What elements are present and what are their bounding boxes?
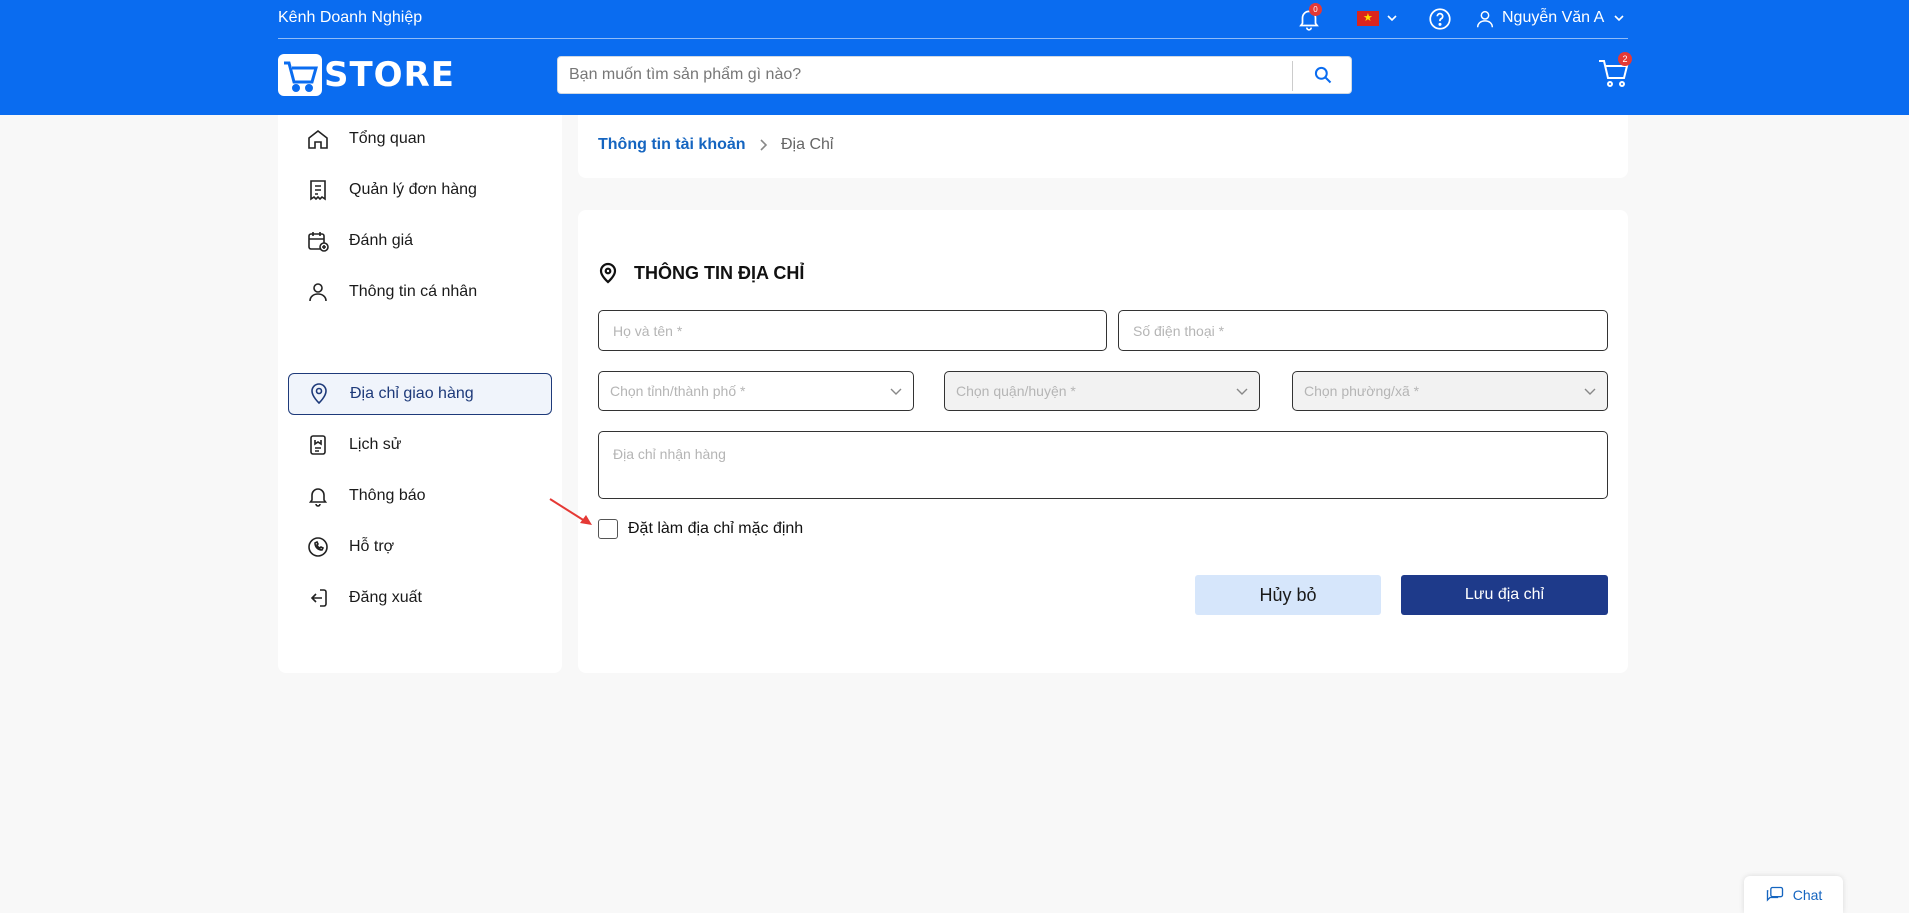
breadcrumb-current: Địa Chỉ <box>781 136 834 153</box>
sidebar-item-history[interactable]: Lịch sử <box>288 424 552 466</box>
cart-logo-icon <box>278 54 322 96</box>
sidebar-item-label: Tổng quan <box>349 130 426 147</box>
form-title: THÔNG TIN ĐỊA CHỈ <box>598 262 804 284</box>
bell-icon <box>305 483 331 509</box>
sidebar-item-reviews[interactable]: Đánh giá <box>288 220 552 262</box>
chevron-down-icon[interactable] <box>1385 9 1399 27</box>
location-icon <box>306 381 332 407</box>
sidebar-item-orders[interactable]: Quản lý đơn hàng <box>288 169 552 211</box>
form-title-text: THÔNG TIN ĐỊA CHỈ <box>634 262 805 283</box>
delivery-address-field <box>598 431 1608 499</box>
phone-support-icon <box>305 534 331 560</box>
default-address-label[interactable]: Đặt làm địa chỉ mặc định <box>628 520 803 538</box>
chat-button[interactable]: Chat <box>1744 876 1843 913</box>
chevron-down-icon[interactable] <box>1612 9 1626 27</box>
default-address-checkbox[interactable] <box>598 519 618 539</box>
account-sidebar: Tổng quan Quản lý đơn hàng Đánh giá Thôn… <box>278 115 562 673</box>
breadcrumb: Thông tin tài khoản Địa Chỉ <box>578 115 1628 178</box>
sidebar-item-label: Quản lý đơn hàng <box>349 181 477 198</box>
vietnam-flag-icon[interactable]: ★ <box>1357 11 1379 26</box>
full-name-input[interactable] <box>599 311 1106 350</box>
ward-select-placeholder: Chọn phường/xã * <box>1304 383 1420 399</box>
annotation-arrow-icon <box>549 498 592 525</box>
phone-field <box>1118 310 1608 351</box>
calendar-add-icon <box>305 228 331 254</box>
address-form: THÔNG TIN ĐỊA CHỈ Chọn tỉnh/thành phố * … <box>578 210 1628 673</box>
logo-text: STORE <box>324 55 455 95</box>
history-icon <box>305 432 331 458</box>
sidebar-item-label: Thông báo <box>349 487 426 504</box>
business-channel-link[interactable]: Kênh Doanh Nghiệp <box>278 9 422 27</box>
location-pin-icon <box>599 262 617 284</box>
chat-icon <box>1766 886 1783 902</box>
sidebar-item-label: Hỗ trợ <box>349 538 395 555</box>
user-name[interactable]: Nguyễn Văn A <box>1502 9 1604 27</box>
store-logo[interactable]: STORE <box>278 53 455 97</box>
full-name-field <box>598 310 1107 351</box>
user-icon <box>305 279 331 305</box>
district-select[interactable]: Chọn quận/huyện * <box>944 371 1260 411</box>
sidebar-item-support[interactable]: Hỗ trợ <box>288 526 552 568</box>
default-address-option[interactable]: Đặt làm địa chỉ mặc định <box>598 519 803 539</box>
sidebar-item-label: Đăng xuất <box>349 589 422 606</box>
ward-select[interactable]: Chọn phường/xã * <box>1292 371 1608 411</box>
top-bar: Kênh Doanh Nghiệp 0 ★ Nguyễn Văn A <box>278 0 1628 39</box>
sidebar-item-logout[interactable]: Đăng xuất <box>288 577 552 619</box>
chevron-down-icon <box>1584 388 1596 395</box>
home-icon <box>305 126 331 152</box>
sidebar-item-label: Lịch sử <box>349 436 402 453</box>
province-select-placeholder: Chọn tỉnh/thành phố * <box>610 383 746 399</box>
district-select-placeholder: Chọn quận/huyện * <box>956 383 1076 399</box>
sidebar-item-overview[interactable]: Tổng quan <box>288 118 552 160</box>
province-select[interactable]: Chọn tỉnh/thành phố * <box>598 371 914 411</box>
sidebar-item-label: Đánh giá <box>349 232 414 249</box>
logout-icon <box>305 585 331 611</box>
cart-count-badge: 2 <box>1618 52 1632 66</box>
chevron-down-icon <box>890 388 902 395</box>
help-icon[interactable] <box>1427 6 1453 32</box>
cancel-button[interactable]: Hủy bỏ <box>1195 575 1381 615</box>
receipt-icon <box>305 177 331 203</box>
search-button[interactable] <box>1294 57 1351 93</box>
sidebar-item-label: Thông tin cá nhân <box>349 283 478 300</box>
breadcrumb-account-info-link[interactable]: Thông tin tài khoản <box>598 136 746 154</box>
header: Kênh Doanh Nghiệp 0 ★ Nguyễn Văn A STORE <box>0 0 1909 115</box>
user-icon[interactable] <box>1474 8 1496 30</box>
phone-input[interactable] <box>1119 311 1607 350</box>
chevron-right-icon <box>760 139 768 151</box>
chevron-down-icon <box>1236 388 1248 395</box>
search-divider <box>1292 61 1293 91</box>
chat-label: Chat <box>1792 886 1823 903</box>
sidebar-item-profile[interactable]: Thông tin cá nhân <box>288 271 552 313</box>
sidebar-item-notifications[interactable]: Thông báo <box>288 475 552 517</box>
search-input[interactable] <box>558 57 1293 93</box>
sidebar-item-shipping-address[interactable]: Địa chỉ giao hàng <box>288 373 552 415</box>
delivery-address-textarea[interactable] <box>599 432 1607 498</box>
search-icon <box>1314 66 1331 84</box>
search-bar <box>557 56 1352 94</box>
save-address-button[interactable]: Lưu địa chỉ <box>1401 575 1608 615</box>
sidebar-item-label: Địa chỉ giao hàng <box>350 385 474 402</box>
notification-count-badge: 0 <box>1309 3 1322 16</box>
